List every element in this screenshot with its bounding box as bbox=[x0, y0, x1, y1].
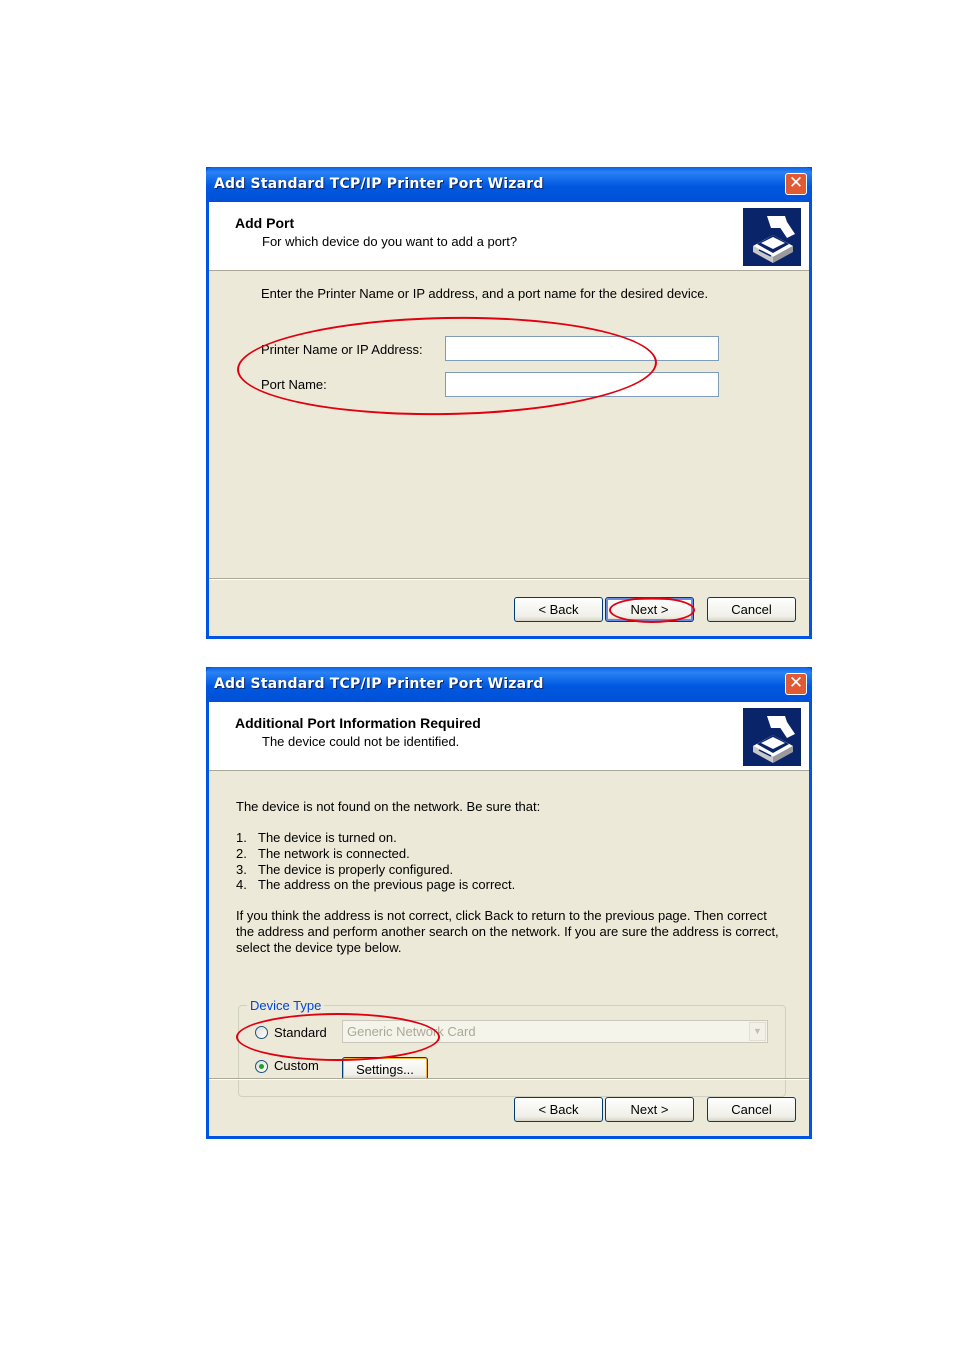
add-port-dialog: Add Standard TCP/IP Printer Port Wizard … bbox=[206, 167, 812, 639]
printer-name-label: Printer Name or IP Address: bbox=[261, 342, 423, 357]
back-button[interactable]: < Back bbox=[514, 1097, 603, 1122]
chevron-down-icon[interactable]: ▼ bbox=[749, 1022, 766, 1041]
port-name-input[interactable] bbox=[445, 372, 719, 397]
standard-radio[interactable] bbox=[255, 1026, 268, 1039]
printer-name-input[interactable] bbox=[445, 336, 719, 361]
wizard-header: Additional Port Information Required The… bbox=[209, 702, 809, 771]
settings-button[interactable]: Settings... bbox=[342, 1057, 428, 1080]
list-item-num: 4. bbox=[236, 877, 247, 892]
device-type-select-value: Generic Network Card bbox=[347, 1024, 476, 1039]
list-item-num: 2. bbox=[236, 846, 247, 861]
note-line: If you think the address is not correct,… bbox=[236, 908, 767, 923]
port-name-label: Port Name: bbox=[261, 377, 327, 392]
list-item-num: 1. bbox=[236, 830, 247, 845]
title-bar[interactable]: Add Standard TCP/IP Printer Port Wizard … bbox=[206, 167, 812, 202]
dialog-body: Additional Port Information Required The… bbox=[209, 702, 809, 1136]
wizard-header: Add Port For which device do you want to… bbox=[209, 202, 809, 271]
custom-label[interactable]: Custom bbox=[274, 1058, 319, 1073]
close-icon: ✕ bbox=[788, 173, 804, 193]
list-item: The network is connected. bbox=[258, 846, 410, 861]
dialog-body: Add Port For which device do you want to… bbox=[209, 202, 809, 636]
close-icon: ✕ bbox=[788, 673, 804, 693]
standard-label[interactable]: Standard bbox=[274, 1025, 327, 1040]
list-item: The device is properly configured. bbox=[258, 862, 454, 877]
next-button[interactable]: Next > bbox=[605, 597, 694, 622]
button-divider bbox=[209, 578, 809, 580]
close-button[interactable]: ✕ bbox=[785, 173, 807, 195]
list-item: The device is turned on. bbox=[258, 830, 397, 845]
note-line: the address and perform another search o… bbox=[236, 924, 779, 939]
next-button[interactable]: Next > bbox=[605, 1097, 694, 1122]
page-subtitle: For which device do you want to add a po… bbox=[262, 234, 518, 249]
printer-port-icon bbox=[743, 708, 801, 766]
title-bar[interactable]: Add Standard TCP/IP Printer Port Wizard … bbox=[206, 667, 812, 702]
note-line: select the device type below. bbox=[236, 940, 402, 955]
custom-radio[interactable] bbox=[255, 1060, 268, 1073]
not-found-intro: The device is not found on the network. … bbox=[236, 799, 541, 814]
button-divider bbox=[209, 1078, 809, 1080]
device-type-legend: Device Type bbox=[247, 998, 325, 1013]
window-title: Add Standard TCP/IP Printer Port Wizard bbox=[214, 176, 544, 192]
device-type-group: Device Type Standard Generic Network Car… bbox=[238, 998, 786, 1097]
page-subtitle: The device could not be identified. bbox=[262, 734, 460, 749]
back-button[interactable]: < Back bbox=[514, 597, 603, 622]
device-type-select[interactable]: Generic Network Card ▼ bbox=[342, 1020, 768, 1043]
list-item: The address on the previous page is corr… bbox=[258, 877, 516, 892]
cancel-button[interactable]: Cancel bbox=[707, 597, 796, 622]
additional-port-info-dialog: Add Standard TCP/IP Printer Port Wizard … bbox=[206, 667, 812, 1139]
page-title: Additional Port Information Required bbox=[235, 715, 481, 731]
list-item-num: 3. bbox=[236, 862, 247, 877]
instruction-text: Enter the Printer Name or IP address, an… bbox=[261, 286, 709, 301]
printer-port-icon bbox=[743, 208, 801, 266]
window-title: Add Standard TCP/IP Printer Port Wizard bbox=[214, 676, 544, 692]
cancel-button[interactable]: Cancel bbox=[707, 1097, 796, 1122]
close-button[interactable]: ✕ bbox=[785, 673, 807, 695]
page-title: Add Port bbox=[235, 215, 295, 231]
